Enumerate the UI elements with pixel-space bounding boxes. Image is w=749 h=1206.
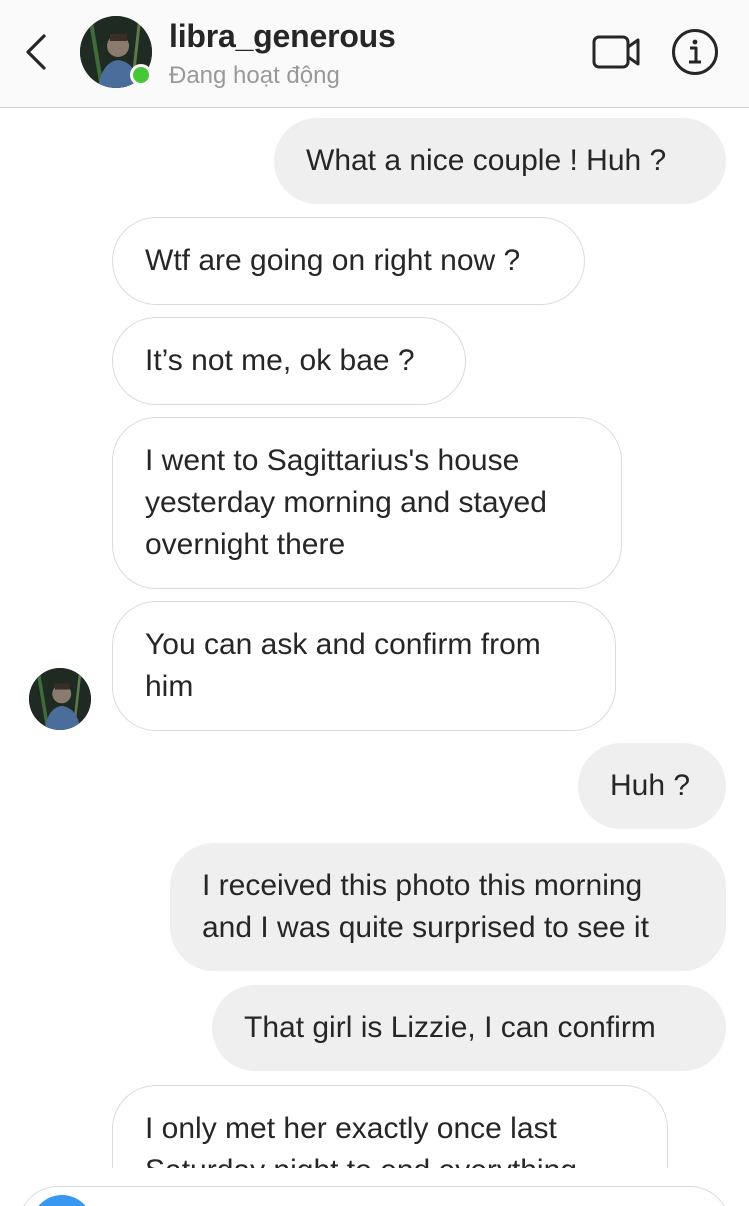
message-text: Wtf are going on right now ? [145, 244, 521, 277]
message-bubble-received[interactable]: You can ask and confirm from him [112, 601, 616, 731]
message-text: That girl is Lizzie, I can confirm [244, 1011, 656, 1044]
message-bubble-sent[interactable]: Huh ? [578, 743, 726, 829]
message-bubble-sent[interactable]: What a nice couple ! Huh ? [274, 118, 726, 204]
message-text: Huh ? [610, 769, 691, 802]
message-text: Saturday night to end everything [145, 1150, 635, 1168]
message-thread[interactable]: What a nice couple ! Huh ? Wtf are going… [0, 108, 749, 1168]
message-text: What a nice couple ! Huh ? [306, 144, 667, 177]
message-bubble-sent[interactable]: That girl is Lizzie, I can confirm [212, 985, 726, 1071]
message-composer[interactable] [18, 1186, 730, 1206]
message-text: I went to Sagittarius's house [145, 444, 520, 477]
message-text: It’s not me, ok bae ? [145, 344, 415, 377]
profile-avatar[interactable] [80, 16, 152, 88]
message-text: him [145, 670, 194, 703]
chevron-left-icon [26, 34, 46, 70]
message-bubble-received[interactable]: It’s not me, ok bae ? [112, 317, 466, 405]
message-bubble-received[interactable]: Wtf are going on right now ? [112, 217, 585, 305]
back-button[interactable] [20, 30, 54, 74]
info-icon [672, 29, 718, 75]
camera-button[interactable] [31, 1195, 93, 1206]
message-text: and I was quite surprised to see it [202, 911, 649, 944]
message-text: overnight there [145, 528, 346, 561]
message-bubble-received[interactable]: I only met her exactly once last Saturda… [112, 1085, 668, 1168]
camera-icon [31, 1195, 93, 1206]
username[interactable]: libra_generous [169, 18, 396, 55]
activity-status: Đang hoạt động [169, 62, 340, 89]
message-bubble-sent[interactable]: I received this photo this morning and I… [170, 843, 726, 971]
message-text: yesterday morning and stayed [145, 486, 547, 519]
info-button[interactable] [670, 27, 720, 77]
video-call-button[interactable] [590, 30, 644, 74]
message-text: You can ask and confirm from [145, 628, 541, 661]
video-camera-icon [592, 35, 640, 69]
online-status-dot [130, 64, 152, 86]
chat-header: libra_generous Đang hoạt động [0, 0, 749, 108]
sender-avatar[interactable] [29, 668, 91, 730]
message-bubble-received[interactable]: I went to Sagittarius's house yesterday … [112, 417, 622, 589]
message-text: I only met her exactly once last [145, 1112, 557, 1145]
message-text: I received this photo this morning [202, 869, 643, 902]
